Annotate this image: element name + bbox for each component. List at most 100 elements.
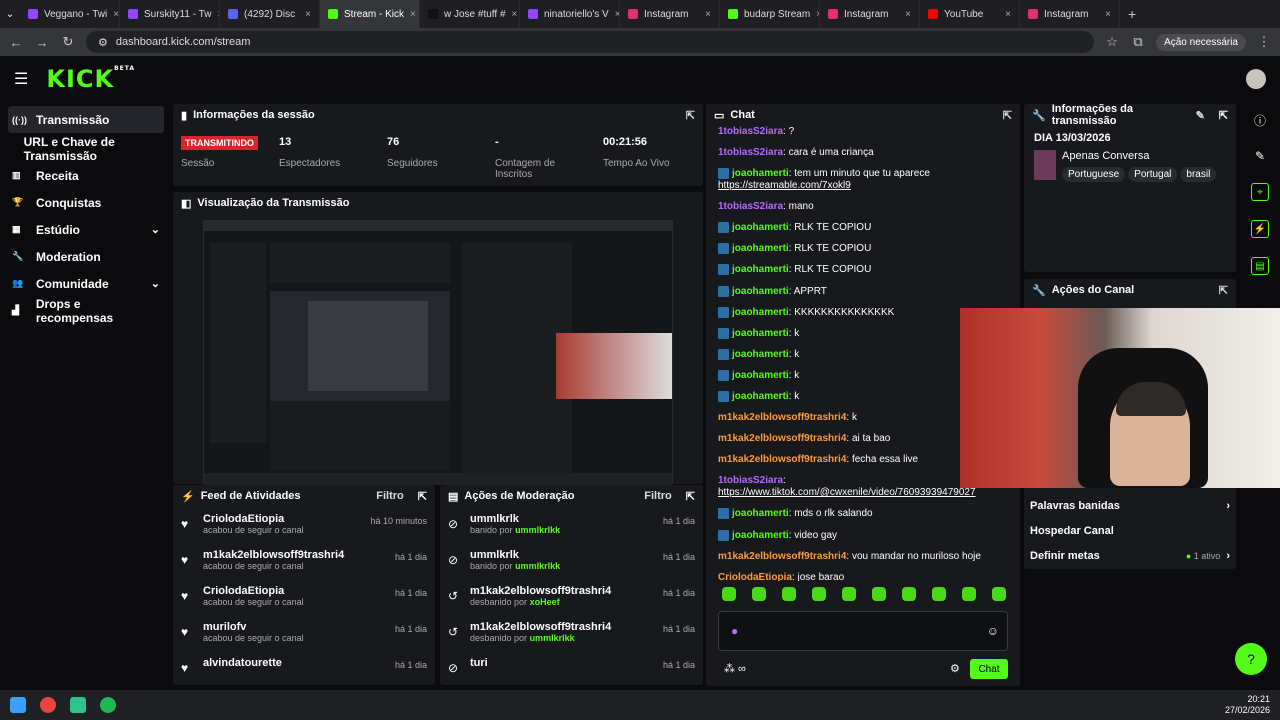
close-icon[interactable]: × <box>705 9 711 20</box>
url-field[interactable]: ⚙ dashboard.kick.com/stream <box>86 31 1095 53</box>
popout-icon[interactable]: ⇱ <box>686 490 695 503</box>
emoji-icon[interactable]: ☺ <box>987 624 999 638</box>
chat-message[interactable]: joaohamerti: RLK TE COPIOU <box>718 264 1018 276</box>
list-item[interactable]: ♥ murilofv acabou de seguir o canal há 1 di… <box>173 621 435 657</box>
edit-icon[interactable]: ✎ <box>1240 149 1280 163</box>
filter-button[interactable]: Filtro <box>376 490 404 502</box>
chat-link[interactable]: https://streamable.com/7xokl9 <box>718 180 851 191</box>
browser-tab[interactable]: Stream - Kick × <box>320 0 420 28</box>
chat-input[interactable]: ● ☺ <box>718 611 1008 651</box>
list-item[interactable]: ↺ m1kak2elblowsoff9trashri4 desbanido por … <box>440 621 703 657</box>
close-icon[interactable]: × <box>905 9 911 20</box>
browser-tab[interactable]: (4292) Disc × <box>220 0 320 28</box>
popout-icon[interactable]: ⇱ <box>1219 284 1228 297</box>
chat-username[interactable]: joaohamerti <box>732 328 789 339</box>
chat-username[interactable]: joaohamerti <box>732 243 789 254</box>
filter-button[interactable]: Filtro <box>644 490 672 502</box>
chat-message[interactable]: joaohamerti: tem um minuto que tu aparec… <box>718 168 1018 192</box>
emote-icon[interactable] <box>932 587 946 601</box>
chat-message[interactable]: joaohamerti: RLK TE COPIOU <box>718 243 1018 255</box>
browser-tab[interactable]: w Jose #tuff # × <box>420 0 520 28</box>
chat-username[interactable]: 1tobiasS2iara <box>718 201 783 212</box>
chat-message[interactable]: 1tobiasS2iara: ? <box>718 126 1018 138</box>
info-icon[interactable]: ⓘ <box>1240 112 1280 129</box>
chat-username[interactable]: joaohamerti <box>732 530 789 541</box>
emote-icon[interactable] <box>962 587 976 601</box>
reload-icon[interactable]: ↻ <box>60 34 76 50</box>
mic-icon[interactable]: ● <box>731 624 738 638</box>
browser-tab[interactable]: YouTube × <box>920 0 1020 28</box>
chat-message[interactable]: m1kak2elblowsoff9trashri4: vou mandar no… <box>718 551 1018 563</box>
forward-icon[interactable]: → <box>34 35 50 50</box>
avatar[interactable] <box>1246 69 1266 89</box>
emote-icon[interactable] <box>992 587 1006 601</box>
edit-icon[interactable]: ✎ <box>1196 109 1205 122</box>
menu-dots-icon[interactable]: ⋮ <box>1256 34 1272 50</box>
chat-message[interactable]: CriolodaEtiopia: jose barao <box>718 572 1018 581</box>
emote-icon[interactable] <box>902 587 916 601</box>
settings-icon[interactable]: ⚙ <box>950 662 960 675</box>
chat-message[interactable]: joaohamerti: RLK TE COPIOU <box>718 222 1018 234</box>
chat-username[interactable]: joaohamerti <box>732 222 789 233</box>
stream-preview[interactable] <box>203 220 673 485</box>
chat-username[interactable]: m1kak2elblowsoff9trashri4 <box>718 454 846 465</box>
chat-message[interactable]: 1tobiasS2iara: mano <box>718 201 1018 213</box>
chat-message[interactable]: joaohamerti: mds o rlk salando <box>718 508 1018 520</box>
list-item[interactable]: ↺ m1kak2elblowsoff9trashri4 desbanido por … <box>440 585 703 621</box>
browser-tab[interactable]: ninatoriello's V × <box>520 0 620 28</box>
sidebar-item[interactable]: ▥ Receita <box>0 162 172 189</box>
windows-icon[interactable] <box>10 697 26 713</box>
tag[interactable]: Portugal <box>1128 167 1178 182</box>
users-icon[interactable]: ⁂ ∞ <box>724 662 746 675</box>
hamburger-icon[interactable]: ☰ <box>14 69 28 89</box>
popout-icon[interactable]: ⇱ <box>418 490 427 503</box>
popout-icon[interactable]: ⇱ <box>1003 109 1012 122</box>
kick-logo[interactable]: KICKBETA <box>46 65 135 93</box>
sidebar-item[interactable]: ▟ Drops e recompensas <box>0 297 172 325</box>
chat-username[interactable]: joaohamerti <box>732 509 789 520</box>
help-button[interactable]: ? <box>1235 643 1267 675</box>
chat-username[interactable]: joaohamerti <box>732 307 789 318</box>
chat-username[interactable]: joaohamerti <box>732 265 789 276</box>
spotify-icon[interactable] <box>100 697 116 713</box>
chat-message[interactable]: 1tobiasS2iara: cara é uma criança <box>718 147 1018 159</box>
close-icon[interactable]: × <box>512 9 518 20</box>
new-tab-icon[interactable]: + <box>1128 6 1136 22</box>
host-channel-action[interactable]: Hospedar Canal <box>1030 518 1230 543</box>
set-goals-action[interactable]: Definir metas ● 1 ativo › <box>1030 543 1230 568</box>
tag[interactable]: brasil <box>1180 167 1217 182</box>
app-icon[interactable] <box>70 697 86 713</box>
chat-username[interactable]: CriolodaEtiopia <box>718 572 792 581</box>
profile-button[interactable]: Ação necessária <box>1156 33 1246 51</box>
list-item[interactable]: ⊘ ummlkrlk banido por ummlkrlkk há 1 dia <box>440 513 703 549</box>
chat-message[interactable]: joaohamerti: video gay <box>718 529 1018 542</box>
chat-username[interactable]: 1tobiasS2iara <box>718 475 783 486</box>
star-icon[interactable]: ☆ <box>1104 34 1120 50</box>
emote-icon[interactable] <box>752 587 766 601</box>
close-icon[interactable]: × <box>305 9 311 20</box>
chat-username[interactable]: joaohamerti <box>732 168 789 179</box>
extensions-icon[interactable]: ⧉ <box>1130 34 1146 50</box>
banned-words-action[interactable]: Palavras banidas › <box>1030 493 1230 518</box>
emote-icon[interactable] <box>722 587 736 601</box>
chat-username[interactable]: m1kak2elblowsoff9trashri4 <box>718 551 846 562</box>
clip-icon[interactable]: ⌖ <box>1251 183 1269 201</box>
list-item[interactable]: ⊘ ummlkrlk banido por ummlkrlkk há 1 dia <box>440 549 703 585</box>
browser-tab[interactable]: Instagram × <box>620 0 720 28</box>
list-item[interactable]: ⊘ turi há 1 dia <box>440 657 703 685</box>
chat-username[interactable]: 1tobiasS2iara <box>718 147 783 158</box>
document-icon[interactable]: ▤ <box>1251 257 1269 275</box>
list-item[interactable]: ♥ m1kak2elblowsoff9trashri4 acabou de segu… <box>173 549 435 585</box>
chat-username[interactable]: joaohamerti <box>732 370 789 381</box>
list-item[interactable]: ♥ CriolodaEtiopia acabou de seguir o canal… <box>173 585 435 621</box>
sidebar-item[interactable]: 🔧 Moderation <box>0 243 172 270</box>
close-icon[interactable]: × <box>1105 9 1111 20</box>
sidebar-item[interactable]: ((·)) Transmissão <box>8 106 164 133</box>
tab-menu-icon[interactable]: ⌄ <box>0 9 20 20</box>
sidebar-item[interactable]: ▦ Estúdio ⌄ <box>0 216 172 243</box>
sidebar-item[interactable]: 🏆 Conquistas <box>0 189 172 216</box>
chat-message[interactable]: joaohamerti: APPRT <box>718 285 1018 298</box>
chat-username[interactable]: m1kak2elblowsoff9trashri4 <box>718 433 846 444</box>
chat-username[interactable]: joaohamerti <box>732 391 789 402</box>
list-item[interactable]: ♥ CriolodaEtiopia acabou de seguir o canal… <box>173 513 435 549</box>
